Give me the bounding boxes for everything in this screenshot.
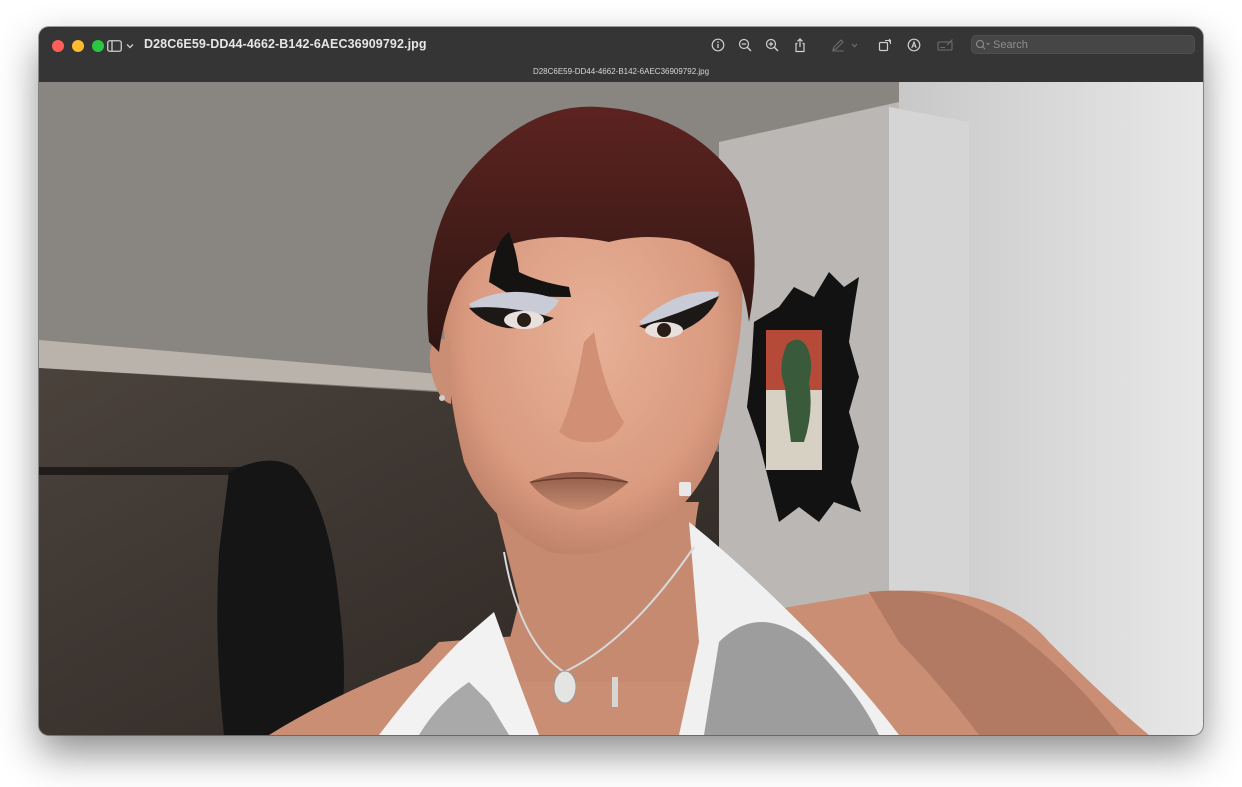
image-canvas bbox=[39, 82, 1203, 735]
window-title: D28C6E59-DD44-4662-B142-6AEC36909792.jpg bbox=[144, 37, 427, 51]
zoom-out-button[interactable] bbox=[735, 36, 755, 54]
rotate-icon bbox=[878, 38, 892, 52]
sidebar-icon bbox=[107, 40, 122, 52]
chevron-down-icon bbox=[126, 44, 134, 49]
annotate-button[interactable] bbox=[904, 36, 924, 54]
chevron-down-icon bbox=[851, 43, 857, 48]
zoom-in-button[interactable] bbox=[762, 36, 782, 54]
rotate-button[interactable] bbox=[875, 36, 895, 54]
markup-button[interactable] bbox=[828, 36, 848, 54]
annotate-icon bbox=[907, 38, 921, 52]
toolbar bbox=[708, 36, 956, 54]
zoom-in-icon bbox=[765, 38, 779, 52]
minimize-button[interactable] bbox=[72, 40, 84, 52]
share-icon bbox=[795, 37, 805, 52]
document-filename: D28C6E59-DD44-4662-B142-6AEC36909792.jpg bbox=[532, 67, 710, 76]
title-bar: D28C6E59-DD44-4662-B142-6AEC36909792.jpg bbox=[39, 27, 1203, 83]
close-button[interactable] bbox=[52, 40, 64, 52]
photo bbox=[39, 82, 1203, 735]
preview-window: D28C6E59-DD44-4662-B142-6AEC36909792.jpg bbox=[39, 27, 1203, 735]
form-fill-button[interactable] bbox=[936, 36, 956, 54]
form-fill-icon bbox=[937, 39, 953, 51]
search-icon bbox=[975, 39, 990, 50]
markup-pen-icon bbox=[832, 39, 844, 52]
search-field[interactable] bbox=[971, 35, 1195, 54]
markup-menu-button[interactable] bbox=[848, 36, 860, 54]
sidebar-toggle-button[interactable] bbox=[107, 37, 134, 55]
share-button[interactable] bbox=[790, 36, 810, 54]
traffic-lights bbox=[52, 40, 104, 52]
maximize-button[interactable] bbox=[92, 40, 104, 52]
info-icon bbox=[711, 38, 725, 52]
zoom-out-icon bbox=[738, 38, 752, 52]
search-input[interactable] bbox=[991, 38, 1183, 51]
info-button[interactable] bbox=[708, 36, 728, 54]
